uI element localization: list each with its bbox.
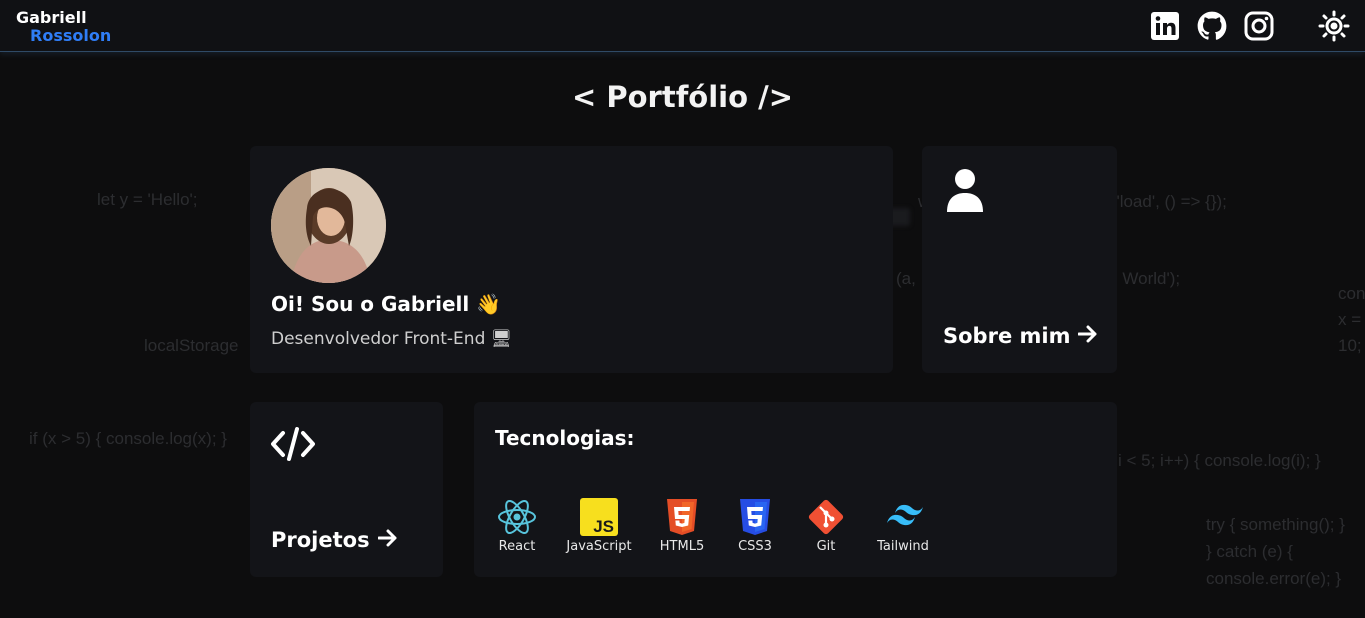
tech-label: Tailwind <box>877 539 929 554</box>
tech-label: React <box>498 539 536 554</box>
bg-code-snippet: let y = 'Hello'; <box>97 190 198 209</box>
instagram-icon[interactable] <box>1243 10 1275 42</box>
technologies-title: Tecnologias: <box>495 426 635 450</box>
logo-first-name[interactable]: Gabriell <box>16 8 87 27</box>
bg-code-snippet: 10; <box>1338 336 1362 355</box>
greeting-text: Oi! Sou o Gabriell 👋 <box>271 292 502 316</box>
bg-code-snippet: localStorage <box>144 336 239 355</box>
tech-label: JavaScript <box>566 539 632 554</box>
page-title: < Portfólio /> <box>571 80 794 114</box>
tech-item-css3: CSS3 <box>720 497 790 554</box>
bg-code-snippet: x = <box>1338 310 1362 329</box>
profile-card: Oi! Sou o Gabriell 👋 Desenvolvedor Front… <box>250 146 893 373</box>
tailwind-icon <box>883 497 923 537</box>
projects-card[interactable]: Projetos <box>250 402 443 577</box>
linkedin-icon[interactable] <box>1149 10 1181 42</box>
avatar <box>271 168 386 283</box>
header: Gabriell Rossolon <box>0 0 1365 52</box>
tech-item-tailwind: Tailwind <box>868 497 938 554</box>
logo-last-name[interactable]: Rossolon <box>30 26 111 45</box>
sun-icon[interactable] <box>1318 10 1350 42</box>
tech-label: CSS3 <box>738 539 772 554</box>
projects-label: Projetos <box>271 528 370 552</box>
tech-item-react: React <box>482 497 552 554</box>
bg-code-snippet: } catch (e) { <box>1206 542 1293 561</box>
about-link[interactable]: Sobre mim <box>943 324 1098 348</box>
bg-code-snippet: con <box>1338 284 1365 303</box>
projects-link[interactable]: Projetos <box>271 528 398 552</box>
javascript-icon: JS <box>579 497 619 537</box>
react-icon <box>497 497 537 537</box>
page: let y = 'Hello'; localStorage if (x > 5)… <box>0 0 1365 618</box>
svg-text:JS: JS <box>593 517 614 536</box>
technologies-card: Tecnologias: React JS JavaScript HTML5 C… <box>474 402 1117 577</box>
bg-code-snippet: console.error(e); } <box>1206 569 1342 588</box>
tech-label: Git <box>816 539 836 554</box>
css3-icon <box>735 497 775 537</box>
bg-code-snippet: if (x > 5) { console.log(x); } <box>29 429 227 448</box>
user-icon <box>946 168 984 216</box>
github-icon[interactable] <box>1196 10 1228 42</box>
bg-code-snippet: try { something(); } <box>1206 515 1345 534</box>
bg-code-snippet: (a, <box>896 269 916 288</box>
arrow-right-icon <box>1077 324 1098 348</box>
tech-item-javascript: JS JavaScript <box>564 497 634 554</box>
about-card[interactable]: Sobre mim <box>922 146 1117 373</box>
tech-item-git: Git <box>791 497 861 554</box>
arrow-right-icon <box>377 528 398 552</box>
tech-label: HTML5 <box>659 539 705 554</box>
html5-icon <box>662 497 702 537</box>
bg-code-snippet: i < 5; i++) { console.log(i); } <box>1118 451 1321 470</box>
git-icon <box>806 497 846 537</box>
about-label: Sobre mim <box>943 324 1071 348</box>
code-icon <box>271 427 315 465</box>
role-text: Desenvolvedor Front-End 🖥 <box>271 329 513 349</box>
tech-item-html5: HTML5 <box>647 497 717 554</box>
